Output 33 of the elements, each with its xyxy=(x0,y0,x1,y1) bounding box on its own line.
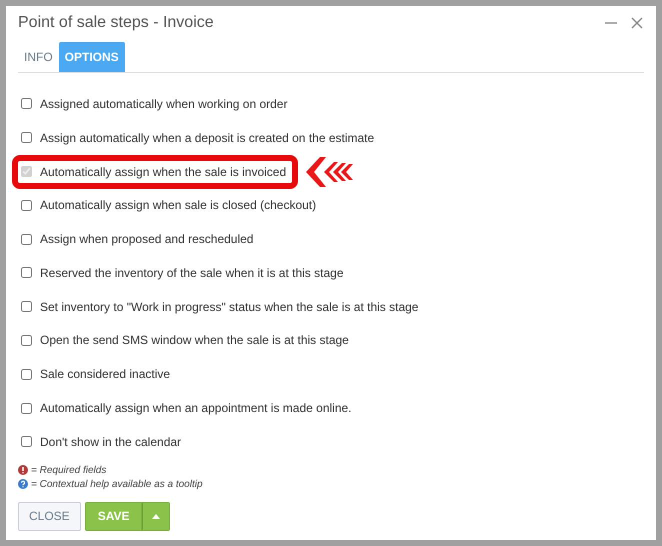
option-label: Automatically assign when sale is closed (checkout) xyxy=(40,198,316,212)
checkbox[interactable] xyxy=(21,132,32,144)
checkbox[interactable] xyxy=(21,200,32,211)
checkbox[interactable] xyxy=(21,436,32,448)
tab[interactable]: INFO xyxy=(18,42,59,72)
checkbox[interactable] xyxy=(21,402,32,414)
close-button[interactable]: CLOSE xyxy=(18,502,81,531)
checkbox[interactable] xyxy=(21,301,32,312)
option-label: Assign automatically when a deposit is created on the estimate xyxy=(40,130,374,145)
option-label: Reserved the inventory of the sale when it is at this stage xyxy=(40,266,344,280)
option-label: Open the send SMS window when the sale is at this stage xyxy=(40,333,349,348)
checkbox[interactable] xyxy=(21,368,32,380)
save-button[interactable]: SAVE xyxy=(84,502,142,531)
option-label: Automatically assign when an appointment is made online. xyxy=(40,401,352,416)
checkbox[interactable] xyxy=(21,234,32,245)
option-label: Sale considered inactive xyxy=(40,367,170,382)
caret-icon xyxy=(151,513,162,520)
checkbox[interactable] xyxy=(21,267,32,278)
exclamation-icon xyxy=(18,465,28,476)
option-label: Automatically assign when the sale is invoiced xyxy=(40,164,286,178)
close-icon[interactable] xyxy=(630,16,644,30)
option-label: Assigned automatically when working on order xyxy=(40,96,288,111)
legend-text: = Contextual help available as a tooltip xyxy=(31,478,203,490)
legend-text: = Required fields xyxy=(31,464,106,476)
help-icon xyxy=(18,479,28,490)
dropdown-button[interactable] xyxy=(142,502,170,531)
option-label: Don't show in the calendar xyxy=(40,434,182,449)
tab[interactable]: OPTIONS xyxy=(58,42,125,72)
option-label: Set inventory to "Work in progress" status when the sale is at this stage xyxy=(40,300,418,314)
checkbox[interactable] xyxy=(21,334,32,346)
window-title: Point of sale steps - Invoice xyxy=(18,14,215,32)
checkbox[interactable] xyxy=(21,98,32,110)
option-label: Assign when proposed and rescheduled xyxy=(40,232,254,246)
